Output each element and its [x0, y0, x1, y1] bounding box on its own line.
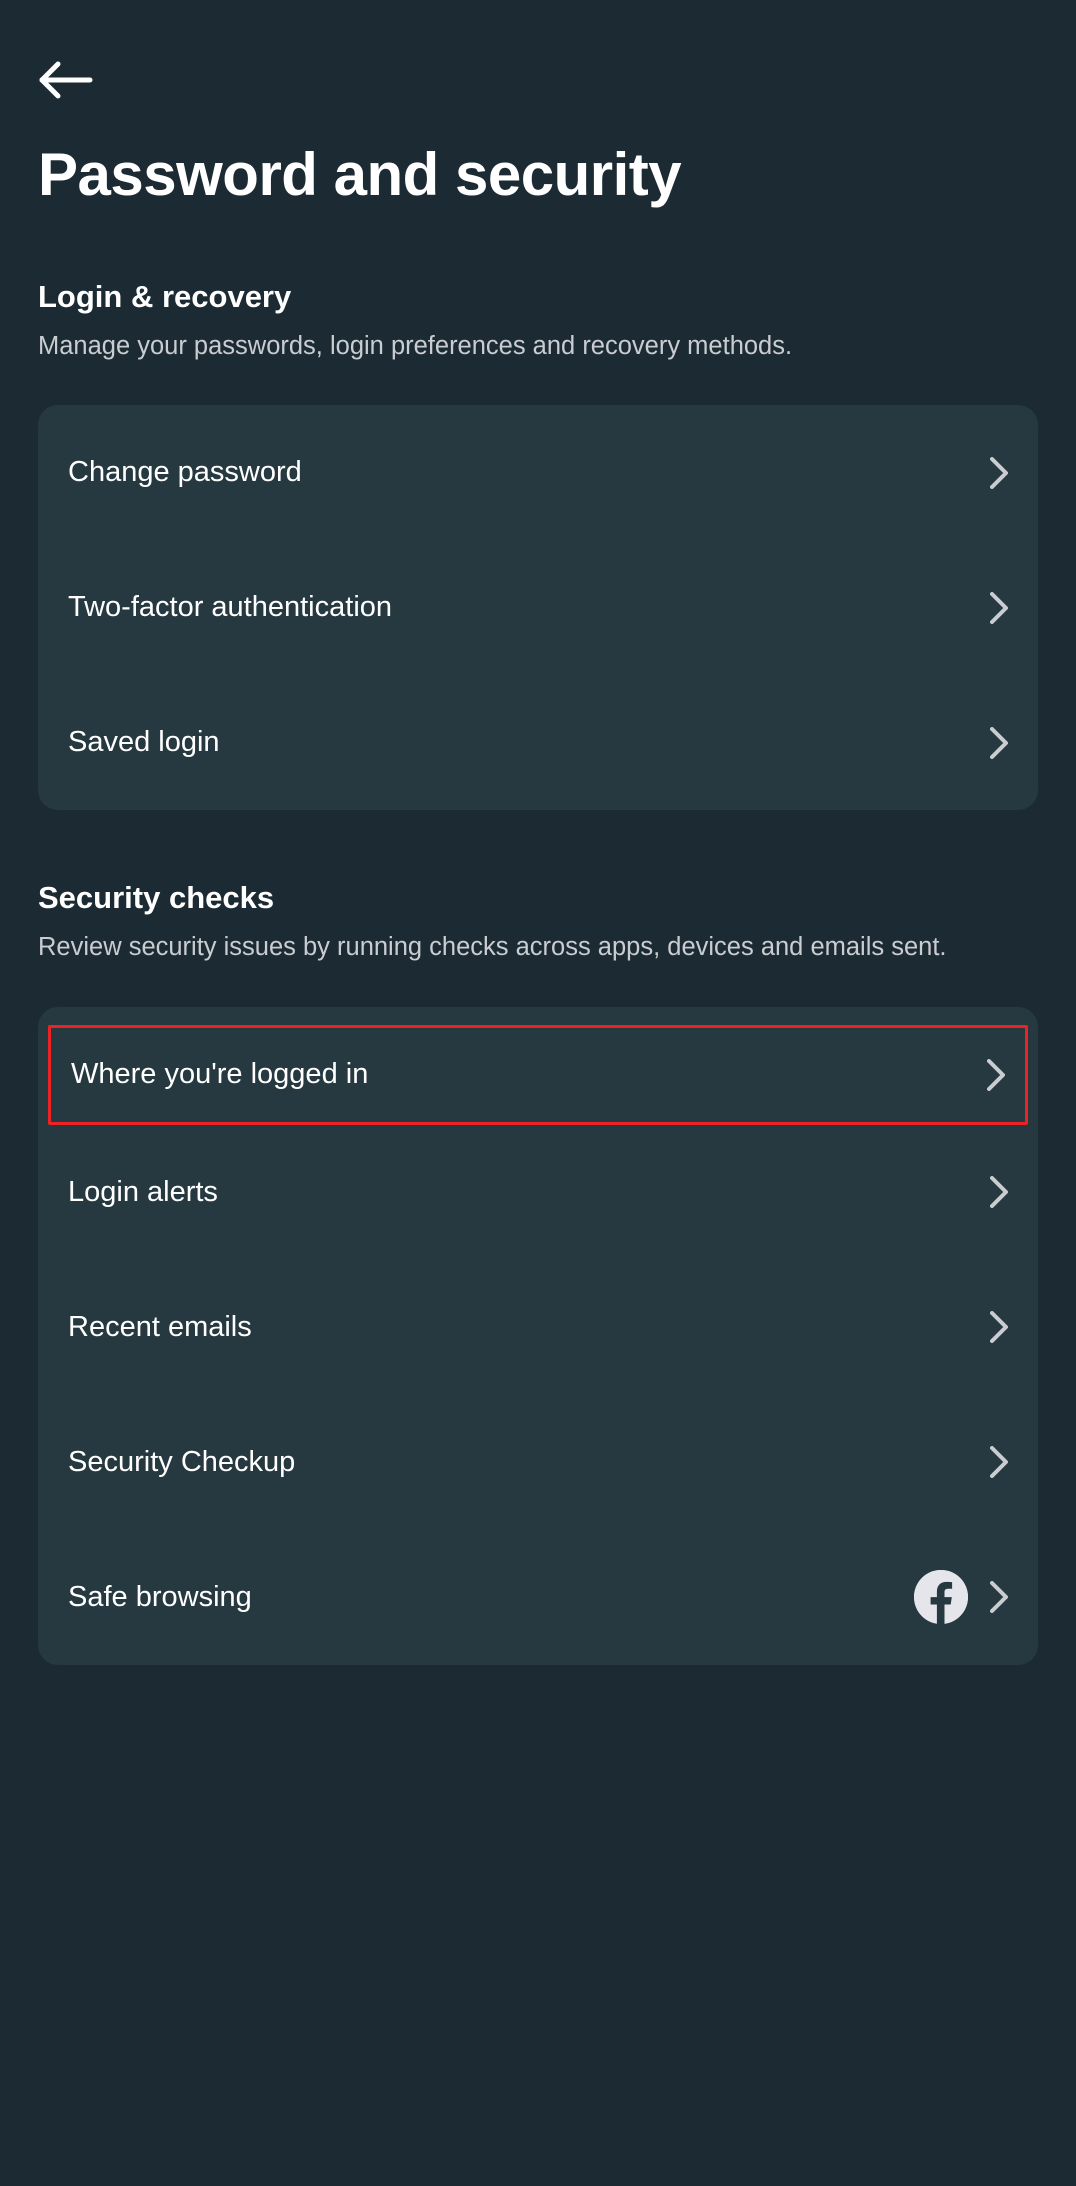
security-checkup-item[interactable]: Security Checkup	[38, 1395, 1038, 1530]
list-item-label: Recent emails	[68, 1311, 252, 1344]
two-factor-authentication-item[interactable]: Two-factor authentication	[38, 540, 1038, 675]
list-item-label: Change password	[68, 456, 302, 489]
facebook-icon	[914, 1570, 968, 1624]
back-button[interactable]	[38, 60, 1038, 100]
list-item-label: Two-factor authentication	[68, 591, 392, 624]
settings-card: Change password Two-factor authenticatio…	[38, 405, 1038, 810]
section-security-checks: Security checks Review security issues b…	[38, 880, 1038, 1664]
section-title: Security checks	[38, 880, 1038, 916]
list-item-label: Where you're logged in	[71, 1058, 368, 1091]
chevron-right-icon	[990, 1176, 1008, 1208]
change-password-item[interactable]: Change password	[38, 405, 1038, 540]
settings-card: Where you're logged in Login alerts Rece…	[38, 1007, 1038, 1665]
section-subtitle: Manage your passwords, login preferences…	[38, 327, 1038, 365]
login-alerts-item[interactable]: Login alerts	[38, 1125, 1038, 1260]
chevron-right-icon	[987, 1059, 1005, 1091]
section-title: Login & recovery	[38, 279, 1038, 315]
list-item-label: Safe browsing	[68, 1581, 252, 1614]
list-item-label: Login alerts	[68, 1176, 218, 1209]
list-item-label: Security Checkup	[68, 1446, 295, 1479]
chevron-right-icon	[990, 1446, 1008, 1478]
arrow-left-icon	[38, 60, 94, 100]
where-logged-in-item[interactable]: Where you're logged in	[48, 1025, 1028, 1125]
section-subtitle: Review security issues by running checks…	[38, 928, 1038, 966]
chevron-right-icon	[990, 592, 1008, 624]
page-title: Password and security	[38, 140, 1038, 209]
safe-browsing-item[interactable]: Safe browsing	[38, 1530, 1038, 1665]
list-item-label: Saved login	[68, 726, 220, 759]
chevron-right-icon	[990, 457, 1008, 489]
chevron-right-icon	[990, 727, 1008, 759]
saved-login-item[interactable]: Saved login	[38, 675, 1038, 810]
chevron-right-icon	[990, 1311, 1008, 1343]
section-login-recovery: Login & recovery Manage your passwords, …	[38, 279, 1038, 810]
chevron-right-icon	[990, 1581, 1008, 1613]
recent-emails-item[interactable]: Recent emails	[38, 1260, 1038, 1395]
